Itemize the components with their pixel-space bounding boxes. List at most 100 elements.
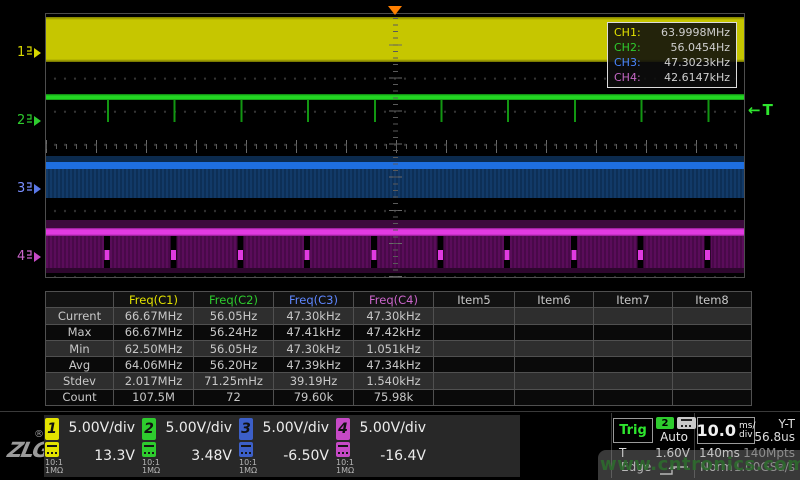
ground-icon xyxy=(26,113,33,128)
ch3-offset: -6.50V xyxy=(283,448,329,464)
bottom-bar-divider xyxy=(0,411,800,412)
min-c2: 56.05Hz xyxy=(194,341,273,356)
ch3-badge: 3 xyxy=(239,418,253,440)
ch4-marker-number: 4 xyxy=(17,249,25,264)
ch3-frequency: 47.3023kHz xyxy=(664,56,730,69)
ch2-offset: 3.48V xyxy=(191,448,232,464)
display-mode: Y-T xyxy=(755,417,795,431)
trigger-delay: 56.8us xyxy=(745,430,795,444)
row-label-max: Max xyxy=(46,325,113,340)
min-item5 xyxy=(434,341,514,356)
count-item5 xyxy=(434,390,514,405)
ch3-label: CH3: xyxy=(614,56,641,69)
current-item8 xyxy=(673,308,751,323)
ch3-position-marker[interactable]: 3 xyxy=(17,181,41,196)
count-item7 xyxy=(594,390,672,405)
empty-settings-slot[interactable] xyxy=(432,415,520,477)
trigger-position-marker-icon[interactable] xyxy=(388,6,402,15)
ch2-settings-panel[interactable]: 2 10:11MΩ 5.00V/div 3.48V xyxy=(141,415,238,477)
max-c4: 47.42kHz xyxy=(354,325,433,340)
avg-item7 xyxy=(594,357,672,372)
current-item5 xyxy=(434,308,514,323)
frequency-readout-panel: CH1: 63.9998MHz CH2: 56.0454Hz CH3: 47.3… xyxy=(607,22,737,88)
count-item6 xyxy=(515,390,593,405)
table-header-freq-c1[interactable]: Freq(C1) xyxy=(114,292,193,307)
ch4-offset: -16.4V xyxy=(380,448,426,464)
ch1-settings-panel[interactable]: 1 10:11MΩ 5.00V/div 13.3V xyxy=(44,415,141,477)
min-c1: 62.50MHz xyxy=(114,341,193,356)
ch1-badge: 1 xyxy=(45,418,59,440)
avg-item6 xyxy=(515,357,593,372)
ch3-settings-panel[interactable]: 3 10:11MΩ 5.00V/div -6.50V xyxy=(238,415,335,477)
ch4-position-marker[interactable]: 4 xyxy=(17,249,41,264)
ch3-scale: 5.00V/div xyxy=(262,420,329,436)
stdev-item6 xyxy=(515,373,593,388)
count-c4: 75.98k xyxy=(354,390,433,405)
current-c3: 47.30kHz xyxy=(274,308,353,323)
table-header-freq-c4[interactable]: Freq(C4) xyxy=(354,292,433,307)
stdev-c2: 71.25mHz xyxy=(194,373,273,388)
min-item6 xyxy=(515,341,593,356)
max-item8 xyxy=(673,325,751,340)
trigger-level-indicator[interactable]: ←T xyxy=(748,101,775,119)
table-header-freq-c2[interactable]: Freq(C2) xyxy=(194,292,273,307)
min-item8 xyxy=(673,341,751,356)
stdev-c3: 39.19Hz xyxy=(274,373,353,388)
freq-row-ch4: CH4: 42.6147kHz xyxy=(614,71,730,84)
current-item6 xyxy=(515,308,593,323)
ch3-marker-number: 3 xyxy=(17,181,25,196)
avg-c4: 47.34kHz xyxy=(354,357,433,372)
table-header-item7[interactable]: Item7 xyxy=(594,292,672,307)
measurement-table: Freq(C1) Freq(C2) Freq(C3) Freq(C4) Item… xyxy=(45,291,752,406)
dc-coupling-icon xyxy=(336,442,350,457)
ground-icon xyxy=(26,249,33,264)
trigger-coupling-icon xyxy=(677,417,696,429)
ch1-offset: 13.3V xyxy=(94,448,135,464)
ground-icon xyxy=(26,181,33,196)
ch4-frequency: 42.6147kHz xyxy=(664,71,730,84)
right-arrow-icon xyxy=(34,184,41,194)
watermark: www.cntronics.com xyxy=(600,454,800,475)
dc-coupling-icon xyxy=(239,442,253,457)
count-c1: 107.5M xyxy=(114,390,193,405)
timebase-scale: 10.0 xyxy=(697,421,736,440)
ch2-frequency: 56.0454Hz xyxy=(670,41,730,54)
right-arrow-icon xyxy=(34,48,41,58)
freq-row-ch3: CH3: 47.3023kHz xyxy=(614,56,730,69)
ch2-label: CH2: xyxy=(614,41,641,54)
max-c1: 66.67MHz xyxy=(114,325,193,340)
avg-c2: 56.20Hz xyxy=(194,357,273,372)
current-c4: 47.30kHz xyxy=(354,308,433,323)
max-item5 xyxy=(434,325,514,340)
ch2-marker-number: 2 xyxy=(17,113,25,128)
stdev-item8 xyxy=(673,373,751,388)
table-header-freq-c3[interactable]: Freq(C3) xyxy=(274,292,353,307)
ch4-scale: 5.00V/div xyxy=(359,420,426,436)
ch2-position-marker[interactable]: 2 xyxy=(17,113,41,128)
stdev-c1: 2.017MHz xyxy=(114,373,193,388)
min-item7 xyxy=(594,341,672,356)
trigger-source-badge: 2 xyxy=(656,417,674,429)
trigger-level-label: T xyxy=(763,101,775,119)
graticule-vertical-minor-ticks xyxy=(393,14,398,277)
ch1-position-marker[interactable]: 1 xyxy=(17,45,41,60)
table-header-item6[interactable]: Item6 xyxy=(515,292,593,307)
min-c3: 47.30kHz xyxy=(274,341,353,356)
ch4-badge: 4 xyxy=(336,418,350,440)
trigger-sweep-mode: Auto xyxy=(651,430,697,444)
ch1-frequency: 63.9998MHz xyxy=(661,26,730,39)
table-header-item8[interactable]: Item8 xyxy=(673,292,751,307)
table-header-item5[interactable]: Item5 xyxy=(434,292,514,307)
current-c1: 66.67MHz xyxy=(114,308,193,323)
max-item6 xyxy=(515,325,593,340)
trigger-status-button[interactable]: Trig xyxy=(613,418,653,443)
ch1-probe-info: 10:11MΩ xyxy=(45,459,63,475)
ch1-label: CH1: xyxy=(614,26,641,39)
ch4-settings-panel[interactable]: 4 10:11MΩ 5.00V/div -16.4V xyxy=(335,415,432,477)
ch2-scale: 5.00V/div xyxy=(165,420,232,436)
ch2-probe-info: 10:11MΩ xyxy=(142,459,160,475)
ch1-scale: 5.00V/div xyxy=(68,420,135,436)
row-label-current: Current xyxy=(46,308,113,323)
count-c2: 72 xyxy=(194,390,273,405)
ch4-label: CH4: xyxy=(614,71,641,84)
